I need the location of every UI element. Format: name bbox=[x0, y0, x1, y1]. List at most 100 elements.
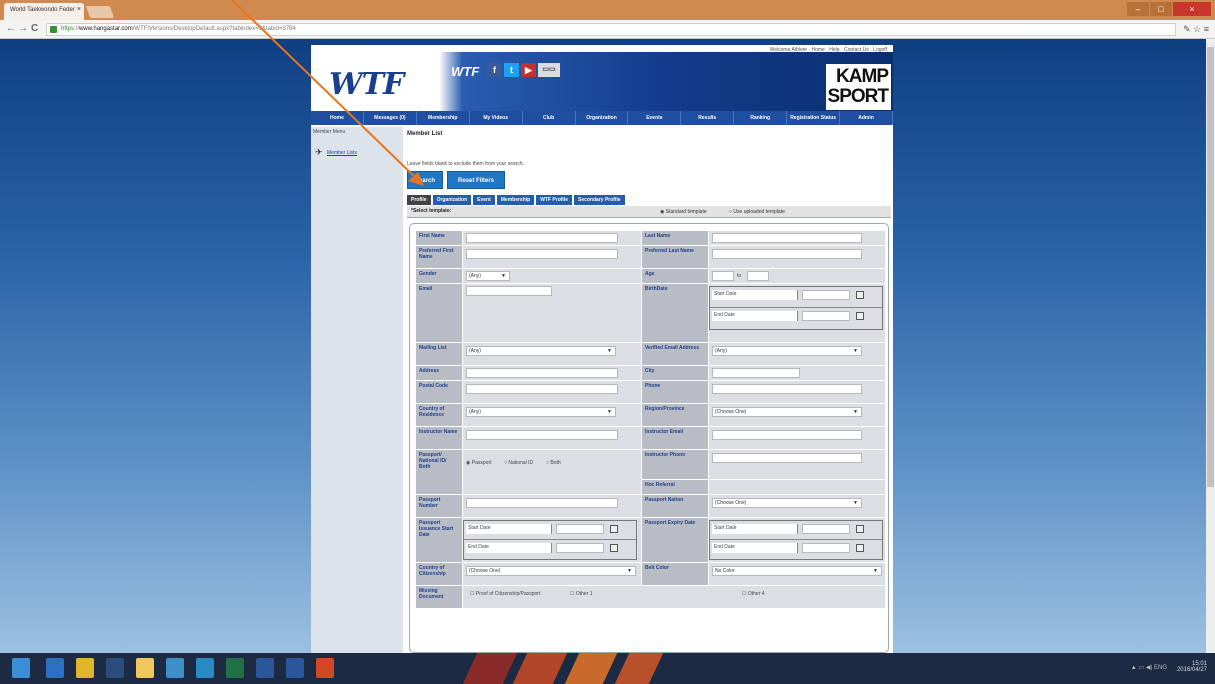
media-icon[interactable] bbox=[106, 658, 124, 678]
radio-passport[interactable]: ◉ Passport bbox=[466, 460, 492, 466]
tab-wtf-profile[interactable]: WTF Profile bbox=[536, 195, 572, 205]
reload-icon[interactable]: C bbox=[31, 23, 38, 34]
sponsor-logo[interactable]: KAMP SPORT bbox=[826, 64, 891, 110]
nav-ranking[interactable]: Ranking bbox=[734, 111, 788, 125]
gender-select[interactable]: (Any) ▼ bbox=[466, 271, 510, 281]
windows-start-icon[interactable] bbox=[12, 658, 30, 678]
tab-close-icon[interactable]: × bbox=[77, 6, 81, 13]
ie-icon[interactable] bbox=[46, 658, 64, 678]
system-tray[interactable]: ▲ ▭ ◀) ENG bbox=[1131, 664, 1167, 671]
instructor-name-input[interactable] bbox=[466, 430, 618, 440]
radio-both[interactable]: ○ Both bbox=[546, 460, 561, 466]
excel-icon[interactable] bbox=[226, 658, 244, 678]
checkbox-proof-citizenship[interactable]: ☐ Proof of Citizenship/Passport bbox=[470, 591, 540, 597]
belt-color-select[interactable]: No Color ▼ bbox=[712, 566, 882, 576]
new-tab-button[interactable] bbox=[85, 6, 115, 18]
instructor-phone-input[interactable] bbox=[712, 453, 862, 463]
last-name-input[interactable] bbox=[712, 233, 862, 243]
first-name-input[interactable] bbox=[466, 233, 618, 243]
postal-code-input[interactable] bbox=[466, 384, 618, 394]
age-to-label: to bbox=[737, 273, 742, 279]
calendar-icon[interactable]: ▭▭ bbox=[538, 63, 560, 77]
nav-my-videos[interactable]: My Videos bbox=[470, 111, 523, 125]
radio-uploaded-template[interactable]: ○ Use uploaded template bbox=[729, 209, 785, 215]
region-select[interactable]: (Choose One) ▼ bbox=[712, 407, 862, 417]
calendar-icon[interactable] bbox=[856, 291, 864, 299]
verified-email-select[interactable]: (Any) ▼ bbox=[712, 346, 862, 356]
passport-nation-select[interactable]: (Choose One) ▼ bbox=[712, 498, 862, 508]
issuance-end-input[interactable] bbox=[556, 543, 604, 553]
expiry-start-input[interactable] bbox=[802, 524, 850, 534]
reset-filters-button[interactable]: Reset Filters bbox=[447, 171, 505, 189]
birthdate-start-input[interactable] bbox=[802, 290, 850, 300]
toolbar-icons[interactable]: ✎ ☆ ≡ bbox=[1183, 24, 1209, 35]
calendar-icon[interactable] bbox=[856, 312, 864, 320]
maximize-icon[interactable]: □ bbox=[1150, 2, 1172, 16]
nav-registration-status[interactable]: Registration Status bbox=[787, 111, 841, 125]
tab-membership[interactable]: Membership bbox=[496, 195, 535, 205]
city-input[interactable] bbox=[712, 368, 800, 378]
minimize-icon[interactable]: – bbox=[1127, 2, 1149, 16]
passport-number-input[interactable] bbox=[466, 498, 618, 508]
age-to-input[interactable] bbox=[747, 271, 769, 281]
country-of-residence-select[interactable]: (Any) ▼ bbox=[466, 407, 616, 417]
checkbox-other-1[interactable]: ☐ Other 1 bbox=[570, 591, 593, 597]
outlook-icon[interactable] bbox=[286, 658, 304, 678]
wtf-logo[interactable]: WTF bbox=[329, 67, 404, 102]
skype-icon[interactable] bbox=[196, 658, 214, 678]
nav-messages[interactable]: Messages (0) bbox=[364, 111, 417, 125]
scrollbar-thumb[interactable] bbox=[1207, 47, 1214, 487]
window-controls: – □ × bbox=[1127, 2, 1211, 16]
word-icon[interactable] bbox=[256, 658, 274, 678]
sidebar-item-member-lists[interactable]: Member Lists bbox=[327, 150, 357, 156]
nav-events[interactable]: Events bbox=[628, 111, 682, 125]
calendar-icon[interactable] bbox=[856, 525, 864, 533]
store-icon[interactable] bbox=[166, 658, 184, 678]
nav-organization[interactable]: Organization bbox=[576, 111, 629, 125]
nav-results[interactable]: Results bbox=[681, 111, 735, 125]
nav-club[interactable]: Club bbox=[523, 111, 576, 125]
expiry-end-input[interactable] bbox=[802, 543, 850, 553]
folder-icon[interactable] bbox=[136, 658, 154, 678]
calendar-icon[interactable] bbox=[610, 525, 618, 533]
preferred-last-name-input[interactable] bbox=[712, 249, 862, 259]
radio-national-id[interactable]: ○ National ID bbox=[504, 460, 533, 466]
facebook-icon[interactable]: f bbox=[487, 63, 502, 77]
tab-event[interactable]: Event bbox=[473, 195, 495, 205]
address-input[interactable] bbox=[466, 368, 618, 378]
nav-home[interactable]: Home bbox=[311, 111, 364, 125]
search-button[interactable]: Search bbox=[407, 171, 443, 189]
calendar-icon[interactable] bbox=[610, 544, 618, 552]
page-scrollbar[interactable] bbox=[1206, 39, 1215, 653]
browser-tab[interactable]: World Taekwondo Feder × bbox=[4, 3, 84, 20]
checkbox-other-4[interactable]: ☐ Other 4 bbox=[742, 591, 765, 597]
radio-standard-template[interactable]: ◉ Standard template bbox=[660, 209, 707, 215]
chrome-icon[interactable] bbox=[76, 658, 94, 678]
instructor-email-input[interactable] bbox=[712, 430, 862, 440]
twitter-icon[interactable]: t bbox=[504, 63, 519, 77]
nav-admin[interactable]: Admin bbox=[840, 111, 893, 125]
age-from-input[interactable] bbox=[712, 271, 734, 281]
issuance-start-input[interactable] bbox=[556, 524, 604, 534]
mailing-list-select[interactable]: (Any) ▼ bbox=[466, 346, 616, 356]
back-arrow-icon[interactable]: ← bbox=[6, 23, 16, 34]
acrobat-icon[interactable] bbox=[316, 658, 334, 678]
close-window-icon[interactable]: × bbox=[1173, 2, 1211, 16]
youtube-icon[interactable]: ▶ bbox=[521, 63, 536, 77]
clock[interactable]: 15:01 2016/04/27 bbox=[1177, 661, 1207, 673]
citizenship-select[interactable]: (Choose One) ▼ bbox=[466, 566, 636, 576]
chevron-down-icon: ▼ bbox=[873, 568, 878, 574]
phone-input[interactable] bbox=[712, 384, 862, 394]
birthdate-end-input[interactable] bbox=[802, 311, 850, 321]
tab-profile[interactable]: Profile bbox=[407, 195, 431, 205]
calendar-icon[interactable] bbox=[856, 544, 864, 552]
template-label: *Select template: bbox=[411, 208, 452, 214]
email-input[interactable] bbox=[466, 286, 552, 296]
preferred-first-name-input[interactable] bbox=[466, 249, 618, 259]
address-bar[interactable]: https://www.hangastar.com/WTF/Versions/D… bbox=[46, 23, 1176, 36]
label-phone: Phone bbox=[642, 381, 708, 403]
tab-organization[interactable]: Organization bbox=[432, 195, 472, 205]
tab-secondary-profile[interactable]: Secondary Profile bbox=[573, 195, 625, 205]
nav-membership[interactable]: Membership bbox=[417, 111, 470, 125]
forward-arrow-icon[interactable]: → bbox=[18, 23, 28, 34]
